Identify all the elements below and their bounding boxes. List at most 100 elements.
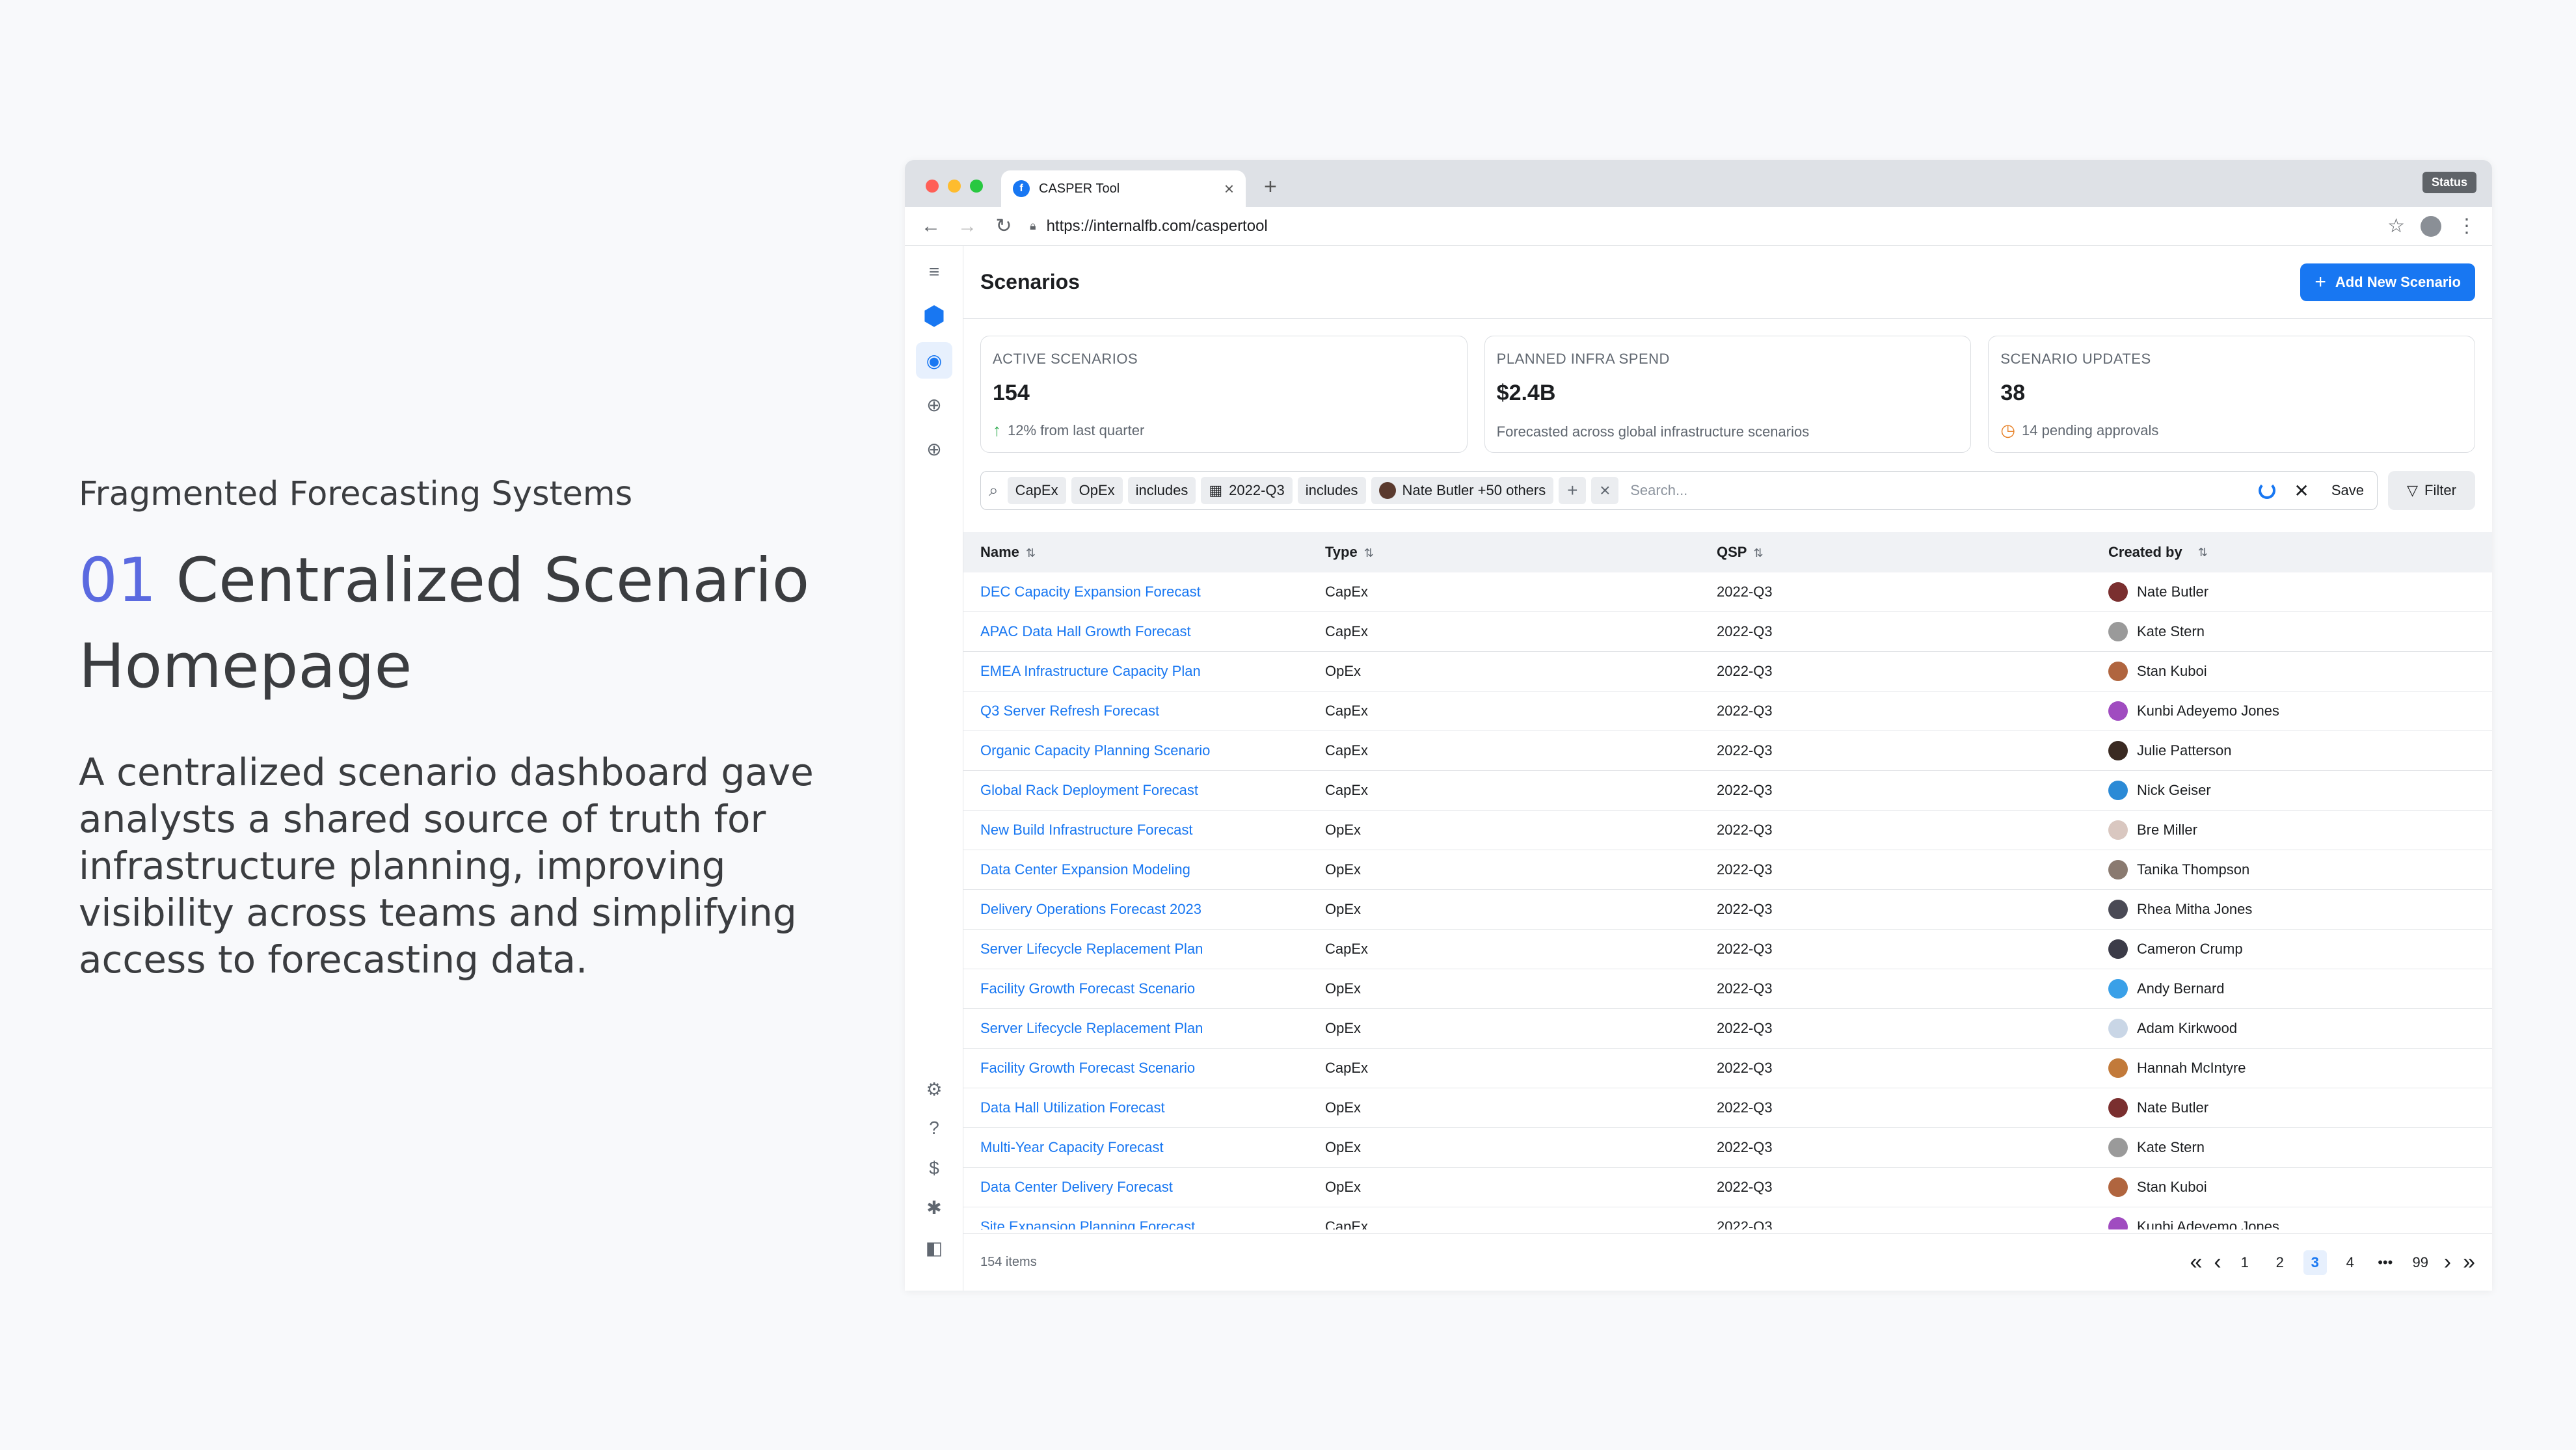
minimize-window-button[interactable] bbox=[948, 180, 961, 193]
sort-icon[interactable]: ⇅ bbox=[2198, 546, 2208, 559]
browser-tab[interactable]: f CASPER Tool × bbox=[1001, 170, 1246, 207]
billing-icon[interactable]: $ bbox=[916, 1150, 952, 1187]
table-row[interactable]: Data Hall Utilization Forecast OpEx 2022-Q… bbox=[963, 1088, 2492, 1128]
sort-icon[interactable]: ⇅ bbox=[1026, 546, 1036, 559]
scenario-link[interactable]: Multi-Year Capacity Forecast bbox=[980, 1139, 1164, 1155]
sort-icon[interactable]: ⇅ bbox=[1364, 546, 1374, 559]
table-row[interactable]: Delivery Operations Forecast 2023 OpEx 202… bbox=[963, 890, 2492, 930]
table-row[interactable]: Q3 Server Refresh Forecast CapEx 2022-Q3 Ku… bbox=[963, 691, 2492, 731]
table-row[interactable]: Facility Growth Forecast Scenario CapEx 20… bbox=[963, 1049, 2492, 1088]
filter-search-box[interactable]: ⌕ CapEx OpEx includes ▦ 2022-Q3 includes … bbox=[980, 471, 2378, 510]
back-icon[interactable]: ← bbox=[920, 215, 941, 237]
scenario-link[interactable]: New Build Infrastructure Forecast bbox=[980, 822, 1192, 838]
table-row[interactable]: Server Lifecycle Replacement Plan CapEx 20… bbox=[963, 930, 2492, 969]
cell-qsp: 2022-Q3 bbox=[1717, 703, 1773, 719]
more-menu-icon[interactable]: ⋮ bbox=[2457, 215, 2476, 237]
scenario-link[interactable]: Q3 Server Refresh Forecast bbox=[980, 703, 1159, 719]
scenario-link[interactable]: DEC Capacity Expansion Forecast bbox=[980, 584, 1201, 600]
scenario-link[interactable]: Data Center Delivery Forecast bbox=[980, 1179, 1173, 1195]
table-row[interactable]: Global Rack Deployment Forecast CapEx 2022… bbox=[963, 771, 2492, 811]
hamburger-menu-icon[interactable]: ≡ bbox=[916, 254, 952, 290]
cell-qsp: 2022-Q3 bbox=[1717, 663, 1773, 679]
filter-bar: ⌕ CapEx OpEx includes ▦ 2022-Q3 includes … bbox=[963, 453, 2492, 510]
panel-toggle-icon[interactable]: ◧ bbox=[916, 1229, 952, 1266]
page-2[interactable]: 2 bbox=[2268, 1250, 2292, 1275]
scenario-link[interactable]: Global Rack Deployment Forecast bbox=[980, 782, 1198, 798]
maximize-window-button[interactable] bbox=[970, 180, 983, 193]
scenario-link[interactable]: APAC Data Hall Growth Forecast bbox=[980, 623, 1191, 639]
table-row[interactable]: New Build Infrastructure Forecast OpEx 202… bbox=[963, 811, 2492, 850]
scenario-link[interactable]: Server Lifecycle Replacement Plan bbox=[980, 1020, 1203, 1036]
add-filter-icon[interactable]: + bbox=[1559, 477, 1587, 504]
filter-chip-operator[interactable]: includes bbox=[1127, 477, 1196, 504]
page-3[interactable]: 3 bbox=[2303, 1250, 2327, 1275]
page-ellipsis[interactable]: ••• bbox=[2374, 1250, 2397, 1275]
add-new-scenario-button[interactable]: + Add New Scenario bbox=[2300, 263, 2475, 301]
cell-type: OpEx bbox=[1325, 822, 1362, 838]
scenario-link[interactable]: Site Expansion Planning Forecast bbox=[980, 1218, 1195, 1229]
filter-button[interactable]: ▽ Filter bbox=[2388, 471, 2475, 510]
table-row[interactable]: Facility Growth Forecast Scenario OpEx 202… bbox=[963, 969, 2492, 1009]
card-value: 38 bbox=[2000, 381, 2026, 405]
remove-filter-icon[interactable]: × bbox=[1591, 477, 1619, 504]
filter-chip-operator[interactable]: includes bbox=[1297, 477, 1366, 504]
filter-chip-qsp[interactable]: ▦ 2022-Q3 bbox=[1201, 477, 1293, 504]
profile-avatar[interactable] bbox=[2421, 215, 2441, 237]
status-button[interactable]: Status bbox=[2422, 172, 2476, 193]
filter-chip-opex[interactable]: OpEx bbox=[1071, 477, 1123, 504]
nav-icon-3[interactable]: ⊕ bbox=[916, 431, 952, 467]
table-row[interactable]: APAC Data Hall Growth Forecast CapEx 2022-… bbox=[963, 612, 2492, 652]
cell-type: CapEx bbox=[1325, 782, 1369, 798]
scenario-link[interactable]: Facility Growth Forecast Scenario bbox=[980, 980, 1195, 997]
page-4[interactable]: 4 bbox=[2339, 1250, 2362, 1275]
close-tab-icon[interactable]: × bbox=[1224, 179, 1234, 199]
table-row[interactable]: Data Center Expansion Modeling OpEx 2022-Q… bbox=[963, 850, 2492, 890]
bug-report-icon[interactable]: ✱ bbox=[916, 1189, 952, 1226]
table-row[interactable]: Site Expansion Planning Forecast CapEx 202… bbox=[963, 1207, 2492, 1229]
scenario-link[interactable]: Data Hall Utilization Forecast bbox=[980, 1099, 1165, 1116]
bookmark-star-icon[interactable]: ☆ bbox=[2387, 215, 2405, 237]
facebook-favicon-icon: f bbox=[1013, 180, 1030, 197]
last-page-icon[interactable]: » bbox=[2463, 1250, 2475, 1275]
scenario-link[interactable]: Organic Capacity Planning Scenario bbox=[980, 742, 1210, 759]
table-row[interactable]: Organic Capacity Planning Scenario CapEx 2… bbox=[963, 731, 2492, 771]
scenario-link[interactable]: Delivery Operations Forecast 2023 bbox=[980, 901, 1201, 917]
cell-created-by: Kate Stern bbox=[2091, 1138, 2492, 1157]
close-window-button[interactable] bbox=[926, 180, 939, 193]
new-tab-icon[interactable]: + bbox=[1264, 174, 1277, 200]
url-field[interactable]: 🔒︎ https://internalfb.com/caspertool bbox=[1030, 217, 2372, 235]
sort-icon[interactable]: ⇅ bbox=[1753, 546, 1763, 559]
cell-type: OpEx bbox=[1325, 1020, 1362, 1036]
scenario-link[interactable]: EMEA Infrastructure Capacity Plan bbox=[980, 663, 1201, 679]
reload-icon[interactable]: ↻ bbox=[993, 215, 1014, 237]
table-row[interactable]: Server Lifecycle Replacement Plan OpEx 202… bbox=[963, 1009, 2492, 1049]
scenarios-nav-icon[interactable]: ◉ bbox=[916, 342, 952, 379]
table-row[interactable]: Data Center Delivery Forecast OpEx 2022-Q3… bbox=[963, 1168, 2492, 1207]
save-filter-button[interactable]: Save bbox=[2331, 482, 2364, 499]
table-row[interactable]: Multi-Year Capacity Forecast OpEx 2022-Q3 K… bbox=[963, 1128, 2492, 1168]
column-header-type[interactable]: Type ⇅ bbox=[1308, 544, 1700, 561]
page-99[interactable]: 99 bbox=[2409, 1250, 2432, 1275]
forward-icon[interactable]: → bbox=[957, 215, 978, 237]
page-1[interactable]: 1 bbox=[2233, 1250, 2257, 1275]
prev-page-icon[interactable]: ‹ bbox=[2214, 1250, 2221, 1275]
table-row[interactable]: EMEA Infrastructure Capacity Plan OpEx 202… bbox=[963, 652, 2492, 691]
help-icon[interactable]: ? bbox=[916, 1110, 952, 1146]
table-row[interactable]: DEC Capacity Expansion Forecast CapEx 2022… bbox=[963, 572, 2492, 612]
scenario-link[interactable]: Server Lifecycle Replacement Plan bbox=[980, 941, 1203, 957]
next-page-icon[interactable]: › bbox=[2444, 1250, 2451, 1275]
settings-gear-icon[interactable]: ⚙ bbox=[916, 1071, 952, 1107]
column-header-created-by[interactable]: Created by ⇅ bbox=[2091, 544, 2492, 561]
column-header-qsp[interactable]: QSP ⇅ bbox=[1700, 544, 2091, 561]
scenario-link[interactable]: Data Center Expansion Modeling bbox=[980, 861, 1190, 878]
filter-chip-creators[interactable]: Nate Butler +50 others bbox=[1371, 477, 1554, 504]
cube-logo-icon[interactable]: ⬢ bbox=[916, 298, 952, 334]
scenario-link[interactable]: Facility Growth Forecast Scenario bbox=[980, 1060, 1195, 1076]
page-header: Scenarios + Add New Scenario bbox=[963, 246, 2492, 319]
nav-icon-2[interactable]: ⊕ bbox=[916, 386, 952, 423]
clear-search-icon[interactable]: ✕ bbox=[2294, 480, 2309, 502]
column-header-name[interactable]: Name ⇅ bbox=[963, 544, 1308, 561]
first-page-icon[interactable]: « bbox=[2190, 1250, 2203, 1275]
filter-chip-capex[interactable]: CapEx bbox=[1007, 477, 1066, 504]
search-input[interactable]: Search... bbox=[1630, 482, 2253, 499]
